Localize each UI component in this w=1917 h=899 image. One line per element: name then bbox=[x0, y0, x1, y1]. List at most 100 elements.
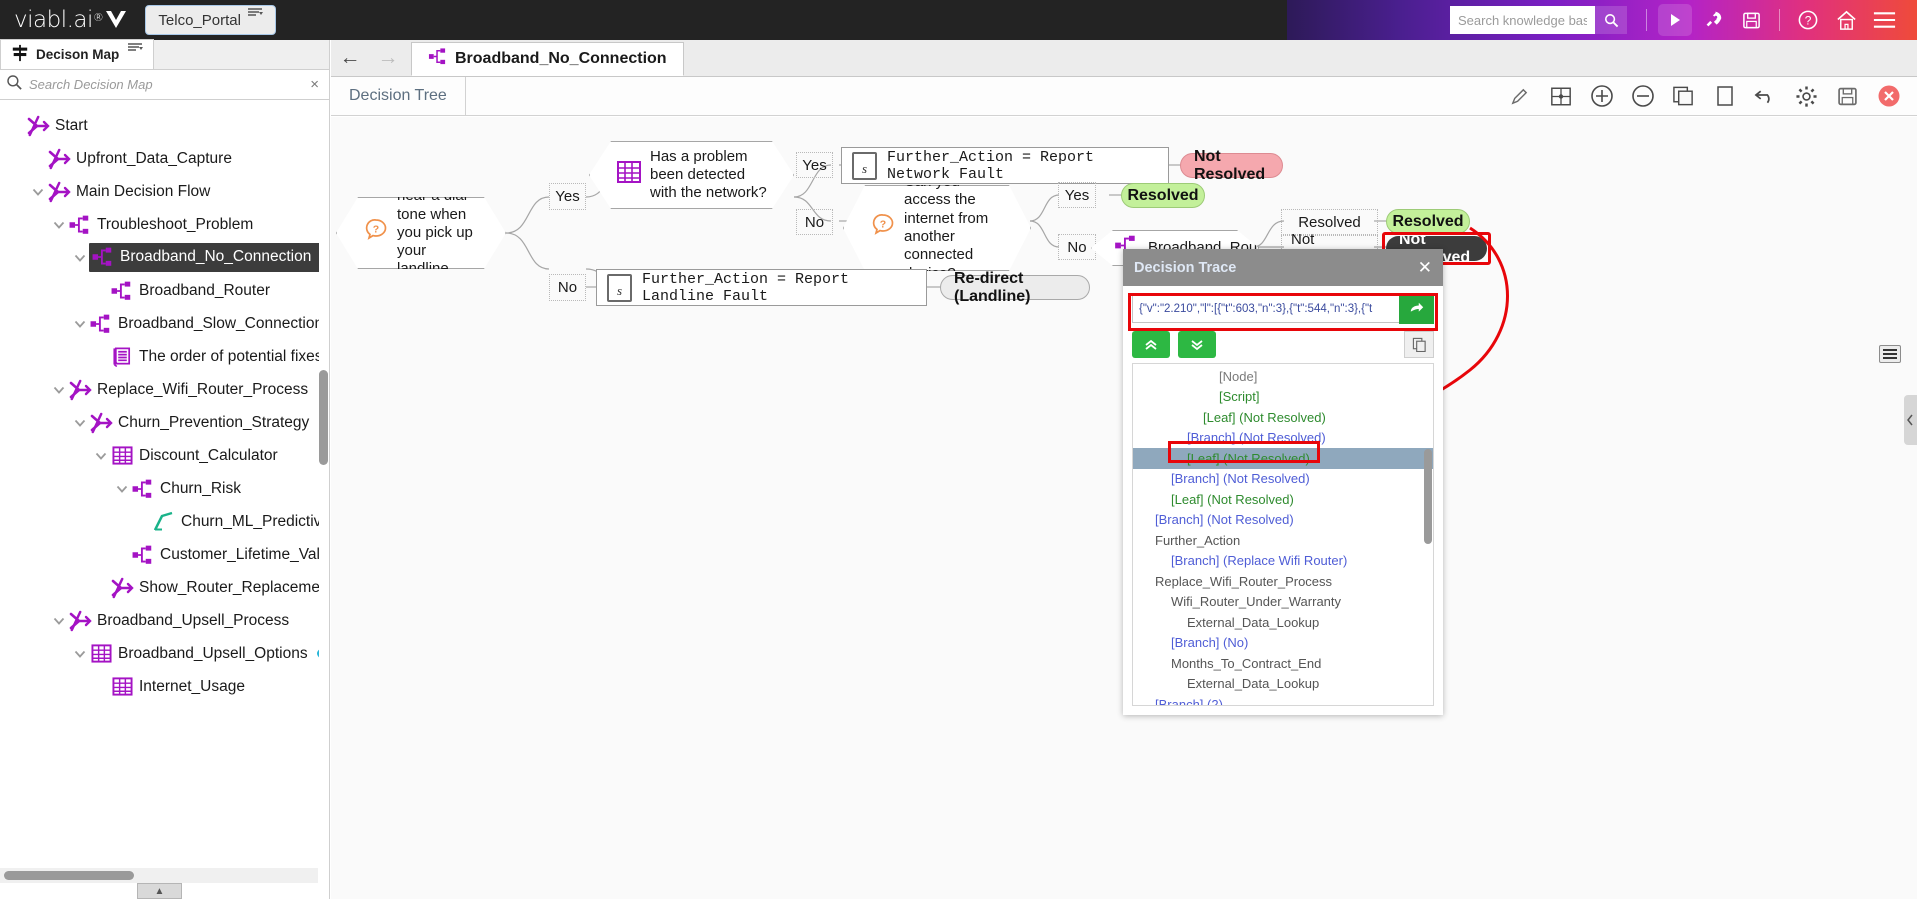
sidebar-vertical-scrollbar[interactable] bbox=[319, 370, 328, 465]
decision-trace-panel[interactable]: Decision Trace ✕ [Node] [Script] [Leaf] (N… bbox=[1123, 249, 1443, 715]
trace-row[interactable]: [Node] bbox=[1133, 366, 1433, 387]
tree-item-discount-calculator[interactable]: Discount_Calculator bbox=[0, 439, 319, 472]
branch-label-no-1[interactable]: No bbox=[549, 274, 586, 301]
status-badge-resolved-internet[interactable]: Resolved bbox=[1121, 183, 1205, 208]
copy-icon[interactable] bbox=[1665, 79, 1702, 113]
chevron-down-icon[interactable] bbox=[49, 215, 68, 234]
node-network-question[interactable]: Has a problem been detected with the net… bbox=[589, 141, 794, 209]
scroll-down-button[interactable] bbox=[1178, 331, 1216, 358]
back-button[interactable]: ← bbox=[331, 40, 369, 76]
sidebar-horizontal-scrollbar[interactable] bbox=[0, 868, 318, 883]
trace-row[interactable]: External_Data_Lookup bbox=[1133, 674, 1433, 695]
scrollbar-thumb[interactable] bbox=[4, 871, 134, 880]
node-landline-fault-action[interactable]: s Further_Action = Report Landline Fault bbox=[596, 269, 927, 306]
chevron-down-icon[interactable] bbox=[28, 182, 47, 201]
project-tab[interactable]: Telco_Portal bbox=[145, 5, 276, 35]
branch-label-yes-2[interactable]: Yes bbox=[796, 152, 833, 178]
search-input[interactable] bbox=[1450, 6, 1595, 34]
trace-row[interactable]: [Branch] (Not Resolved) bbox=[1133, 469, 1433, 490]
close-icon[interactable]: ✕ bbox=[1418, 258, 1432, 278]
decision-map-search-input[interactable] bbox=[29, 77, 307, 92]
help-icon[interactable]: ? bbox=[1791, 4, 1825, 36]
branch-label-no-2[interactable]: No bbox=[796, 209, 833, 235]
chevron-down-icon[interactable] bbox=[112, 479, 131, 498]
save-icon[interactable] bbox=[1734, 4, 1768, 36]
chevron-down-icon[interactable] bbox=[70, 248, 89, 267]
trace-row[interactable]: External_Data_Lookup bbox=[1133, 612, 1433, 633]
node-network-fault-action[interactable]: s Further_Action = Report Network Fault bbox=[841, 147, 1169, 184]
chevron-down-icon[interactable] bbox=[70, 644, 89, 663]
chevron-down-icon[interactable] bbox=[70, 413, 89, 432]
chevron-down-icon[interactable] bbox=[49, 611, 68, 630]
tree-item-churn-risk[interactable]: Churn_Risk bbox=[0, 472, 319, 505]
trace-row[interactable]: [Branch] (No) bbox=[1133, 633, 1433, 654]
branch-label-yes-1[interactable]: Yes bbox=[549, 183, 586, 210]
tree-item-broadband-slow-connection[interactable]: Broadband_Slow_Connection bbox=[0, 307, 319, 340]
menu-icon[interactable] bbox=[1867, 4, 1901, 36]
scroll-up-button[interactable] bbox=[1132, 331, 1170, 358]
home-icon[interactable] bbox=[1829, 4, 1863, 36]
trace-row[interactable]: [Branch] (Replace Wifi Router) bbox=[1133, 551, 1433, 572]
trace-row[interactable]: Wifi_Router_Under_Warranty bbox=[1133, 592, 1433, 613]
sidebar-tab-menu-icon[interactable] bbox=[127, 43, 145, 58]
trace-row[interactable]: [Script] bbox=[1133, 387, 1433, 408]
chevron-down-icon[interactable] bbox=[70, 314, 89, 333]
tree-item-replace-wifi-router-process[interactable]: Replace_Wifi_Router_Process bbox=[0, 373, 319, 406]
save-icon[interactable] bbox=[1829, 79, 1866, 113]
tab-decision-map[interactable]: Decison Map bbox=[0, 39, 155, 69]
tab-menu-icon[interactable] bbox=[247, 7, 265, 24]
paste-icon[interactable] bbox=[1706, 79, 1743, 113]
zoom-in-icon[interactable] bbox=[1583, 79, 1620, 113]
tab-broadband-no-connection[interactable]: Broadband_No_Connection bbox=[411, 42, 684, 76]
tree-item-troubleshoot-problem[interactable]: Troubleshoot_Problem bbox=[0, 208, 319, 241]
undo-icon[interactable] bbox=[1747, 79, 1784, 113]
tree-item-broadband-upsell-process[interactable]: Broadband_Upsell_Process bbox=[0, 604, 319, 637]
search-box[interactable] bbox=[1450, 6, 1627, 34]
tree-item-churn-ml-predictive-mo[interactable]: Churn_ML_Predictive_Mo bbox=[0, 505, 319, 538]
search-button[interactable] bbox=[1595, 6, 1627, 34]
node-redirect-landline[interactable]: Re-direct (Landline) bbox=[940, 270, 1090, 305]
sidebar-collapse-button[interactable]: ▲ bbox=[137, 883, 182, 899]
decision-map-tree[interactable]: Start Upfront_Data_Capture Main Decision F… bbox=[0, 101, 319, 865]
node-internet-question[interactable]: ? Can you access the internet from anoth… bbox=[843, 185, 1031, 271]
tree-item-upfront-data-capture[interactable]: Upfront_Data_Capture bbox=[0, 142, 319, 175]
pencil-icon[interactable] bbox=[1501, 79, 1538, 113]
tree-item-churn-prevention-strategy[interactable]: Churn_Prevention_Strategy bbox=[0, 406, 319, 439]
zoom-out-icon[interactable] bbox=[1624, 79, 1661, 113]
trace-row[interactable]: Further_Action bbox=[1133, 530, 1433, 551]
rocket-icon[interactable] bbox=[1696, 4, 1730, 36]
trace-row[interactable]: Replace_Wifi_Router_Process bbox=[1133, 571, 1433, 592]
trace-row[interactable]: [Branch] (2) bbox=[1133, 694, 1433, 705]
status-badge-not-resolved-network[interactable]: Not Resolved bbox=[1180, 148, 1283, 183]
tree-item-show-router-replacement-report[interactable]: Show_Router_Replacement_Report bbox=[0, 571, 319, 604]
decision-trace-list[interactable]: [Node] [Script] [Leaf] (Not Resolved) [Bran… bbox=[1132, 363, 1434, 706]
clear-search-icon[interactable]: × bbox=[306, 76, 323, 93]
layout-icon[interactable] bbox=[1542, 79, 1579, 113]
node-root-question[interactable]: ? Can you hear a dial tone when you pick… bbox=[336, 197, 506, 269]
forward-button[interactable]: → bbox=[369, 40, 407, 76]
copy-trace-button[interactable] bbox=[1404, 331, 1434, 358]
chevron-down-icon[interactable] bbox=[91, 446, 110, 465]
settings-icon[interactable] bbox=[1788, 79, 1825, 113]
tree-item-broadband-upsell-options[interactable]: Broadband_Upsell_Options bbox=[0, 637, 319, 670]
chevron-down-icon[interactable] bbox=[49, 380, 68, 399]
trace-row[interactable]: [Leaf] (Not Resolved) bbox=[1133, 407, 1433, 428]
tree-item-start[interactable]: Start bbox=[0, 109, 319, 142]
tree-item-the-order-of-potential-fixes-for-a[interactable]: The order of potential fixes for a bbox=[0, 340, 319, 373]
decision-map-search[interactable]: × bbox=[0, 70, 329, 100]
trace-row[interactable]: [Branch] (Not Resolved) bbox=[1133, 510, 1433, 531]
play-icon[interactable] bbox=[1658, 4, 1692, 36]
branch-label-yes-3[interactable]: Yes bbox=[1058, 182, 1096, 208]
tree-item-internet-usage[interactable]: Internet_Usage bbox=[0, 670, 319, 703]
trace-row[interactable]: Months_To_Contract_End bbox=[1133, 653, 1433, 674]
branch-label-no-3[interactable]: No bbox=[1058, 234, 1096, 260]
canvas-menu-icon[interactable] bbox=[1879, 345, 1901, 363]
tree-item-customer-lifetime-value[interactable]: Customer_Lifetime_Value bbox=[0, 538, 319, 571]
tree-item-broadband-no-connection[interactable]: Broadband_No_Connection bbox=[0, 241, 319, 274]
tree-item-broadband-router[interactable]: Broadband_Router bbox=[0, 274, 319, 307]
right-flyout-handle[interactable] bbox=[1904, 395, 1917, 445]
trace-row[interactable]: [Leaf] (Not Resolved) bbox=[1133, 489, 1433, 510]
close-icon[interactable] bbox=[1870, 79, 1907, 113]
trace-vertical-scrollbar[interactable] bbox=[1424, 449, 1432, 544]
tree-item-main-decision-flow[interactable]: Main Decision Flow bbox=[0, 175, 319, 208]
